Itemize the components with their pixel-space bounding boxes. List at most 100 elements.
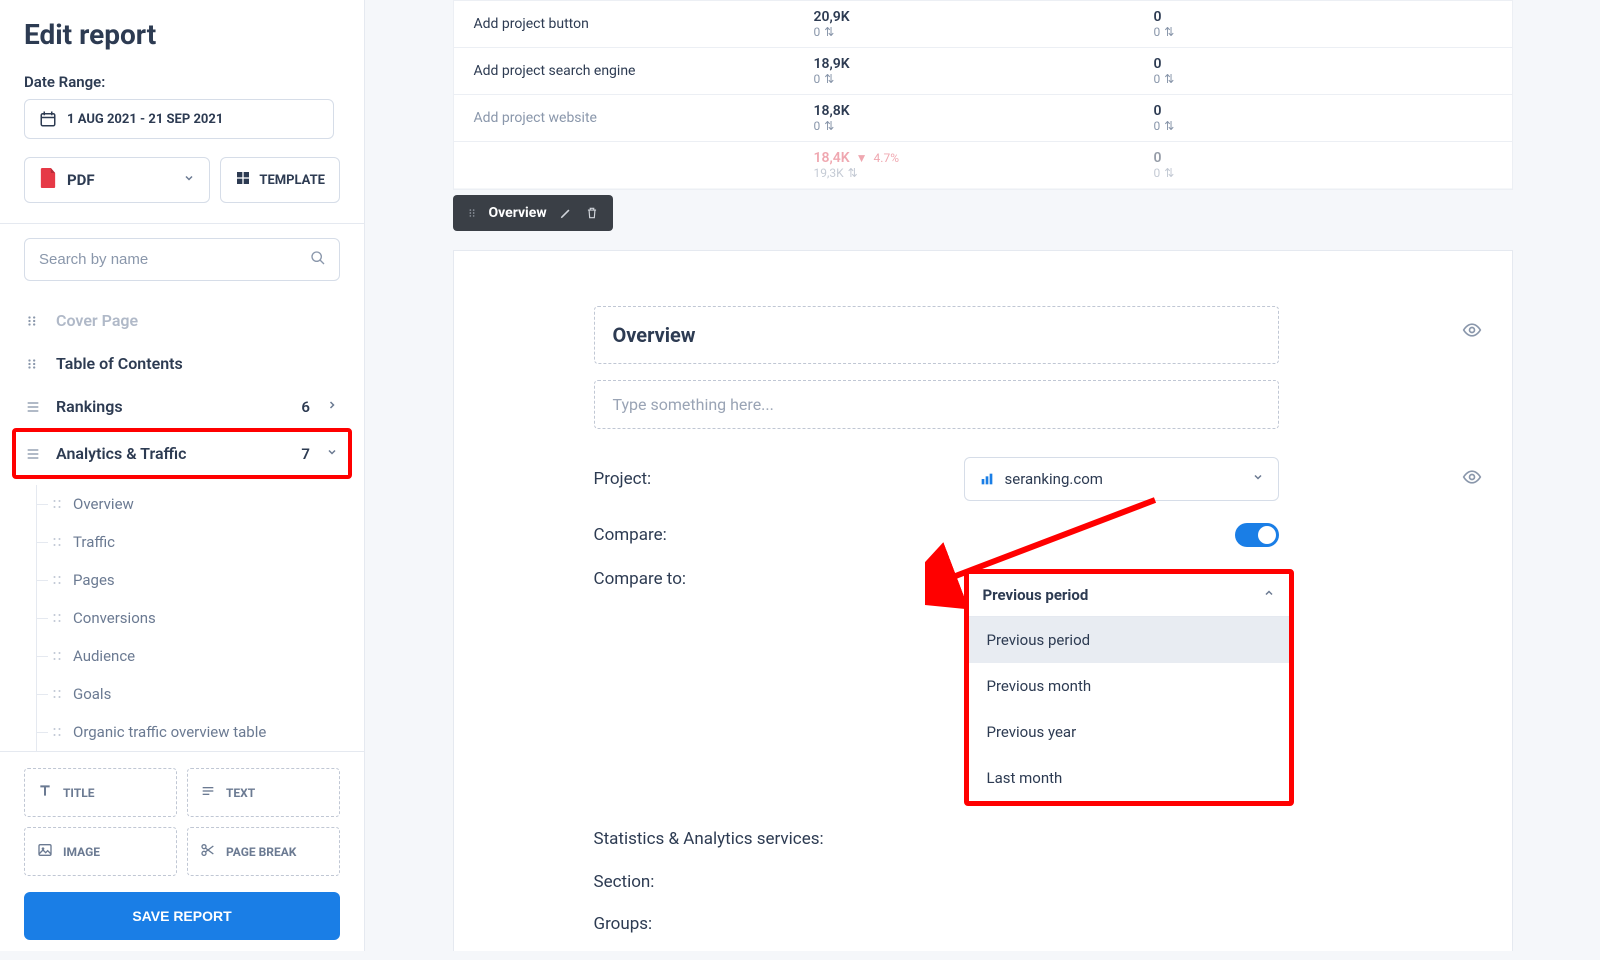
sub-goals[interactable]: Goals xyxy=(43,675,340,713)
date-range-text: 1 AUG 2021 - 21 SEP 2021 xyxy=(67,112,223,127)
date-range-picker[interactable]: 1 AUG 2021 - 21 SEP 2021 xyxy=(24,99,334,139)
table-row: Add project website 18,8K0⇅ 00⇅ xyxy=(454,95,1512,142)
row-label: Add project website xyxy=(454,96,794,140)
title-icon xyxy=(37,783,53,802)
cell-value: 18,9K xyxy=(814,56,1114,72)
dropdown-option[interactable]: Last month xyxy=(969,755,1289,801)
insert-image-button[interactable]: IMAGE xyxy=(24,827,177,876)
section-toolbar[interactable]: Overview xyxy=(453,195,613,231)
sub-pages[interactable]: Pages xyxy=(43,561,340,599)
drag-icon[interactable] xyxy=(467,206,477,220)
description-input[interactable]: Type something here... xyxy=(594,380,1279,429)
nav-label: Analytics & Traffic xyxy=(56,444,287,463)
save-report-button[interactable]: SAVE REPORT xyxy=(24,892,340,940)
title-input[interactable]: Overview xyxy=(594,306,1279,364)
chevron-down-icon xyxy=(324,446,340,462)
cell-value: 0 xyxy=(1154,150,1454,166)
sub-audience[interactable]: Audience xyxy=(43,637,340,675)
nav-rankings[interactable]: Rankings 6 xyxy=(24,385,340,428)
cell-sub: 19,3K xyxy=(814,166,844,180)
cell-delta: 0 xyxy=(1154,119,1161,133)
compare-toggle[interactable] xyxy=(1235,523,1279,547)
list-icon xyxy=(24,445,42,463)
compare-to-select[interactable]: Previous period xyxy=(969,574,1289,617)
insert-text-button[interactable]: TEXT xyxy=(187,768,340,817)
delete-icon[interactable] xyxy=(585,206,599,220)
project-select[interactable]: seranking.com xyxy=(964,457,1279,501)
chevron-right-icon xyxy=(324,399,340,415)
sort-icon: ⇅ xyxy=(1164,25,1174,39)
sort-icon: ⇅ xyxy=(824,25,834,39)
compare-to-label: Compare to: xyxy=(594,569,964,589)
nav-label: Table of Contents xyxy=(56,354,340,373)
dropdown-option[interactable]: Previous year xyxy=(969,709,1289,755)
dropdown-option[interactable]: Previous period xyxy=(969,617,1289,663)
sidebar: Edit report Date Range: 1 AUG 2021 - 21 … xyxy=(0,0,365,951)
table-row: Add project button 20,9K0⇅ 00⇅ xyxy=(454,1,1512,48)
cell-value: 18,4K xyxy=(814,150,850,166)
cell-delta: 0 xyxy=(1154,72,1161,86)
template-button[interactable]: TEMPLATE xyxy=(220,157,340,203)
sub-label: Goals xyxy=(73,685,111,703)
cell-value: 0 xyxy=(1154,103,1454,119)
highlight-compare-dropdown: Previous period Previous period Previous… xyxy=(964,569,1294,806)
sub-organic-traffic[interactable]: Organic traffic overview table xyxy=(43,713,340,751)
sub-label: Traffic xyxy=(73,533,115,551)
cell-value: 0 xyxy=(1154,56,1454,72)
page-title: Edit report xyxy=(24,18,340,51)
analytics-sublist: Overview Traffic Pages Conversions Audie… xyxy=(36,485,340,751)
sub-traffic[interactable]: Traffic xyxy=(43,523,340,561)
insert-label: TITLE xyxy=(63,786,94,800)
template-icon xyxy=(235,170,251,190)
preview-table: Add project button 20,9K0⇅ 00⇅ Add proje… xyxy=(453,0,1513,190)
drag-icon xyxy=(51,650,63,662)
edit-icon[interactable] xyxy=(559,206,573,220)
drag-icon xyxy=(51,574,63,586)
sub-conversions[interactable]: Conversions xyxy=(43,599,340,637)
nav-table-of-contents[interactable]: Table of Contents xyxy=(24,342,340,385)
insert-title-button[interactable]: TITLE xyxy=(24,768,177,817)
template-label: TEMPLATE xyxy=(259,173,325,188)
search-input[interactable] xyxy=(24,238,340,281)
pdf-icon xyxy=(39,168,57,192)
drag-icon xyxy=(51,498,63,510)
sub-overview[interactable]: Overview xyxy=(43,485,340,523)
chart-icon xyxy=(979,471,995,487)
overview-panel: Overview Type something here... Project:… xyxy=(453,250,1513,951)
insert-label: TEXT xyxy=(226,786,255,800)
drag-icon xyxy=(51,688,63,700)
sort-icon: ⇅ xyxy=(824,72,834,86)
nav-analytics-traffic[interactable]: Analytics & Traffic 7 xyxy=(24,440,340,467)
cell-delta: 0 xyxy=(814,25,821,39)
down-arrow-icon: ▼ xyxy=(856,151,868,165)
main-canvas: Add project button 20,9K0⇅ 00⇅ Add proje… xyxy=(365,0,1600,951)
insert-label: PAGE BREAK xyxy=(226,845,296,859)
drag-icon xyxy=(51,612,63,624)
format-select[interactable]: PDF xyxy=(24,157,210,203)
cell-delta: 0 xyxy=(1154,25,1161,39)
dropdown-option[interactable]: Previous month xyxy=(969,663,1289,709)
cell-value: 20,9K xyxy=(814,9,1114,25)
sort-icon: ⇅ xyxy=(824,119,834,133)
sub-label: Audience xyxy=(73,647,135,665)
title-text: Overview xyxy=(613,323,1260,347)
format-label: PDF xyxy=(67,171,95,189)
sub-label: Organic traffic overview table xyxy=(73,723,266,741)
nav-cover-page[interactable]: Cover Page xyxy=(24,299,340,342)
chevron-up-icon xyxy=(1263,587,1275,603)
calendar-icon xyxy=(39,110,57,128)
cell-value: 18,8K xyxy=(814,103,1114,119)
insert-page-break-button[interactable]: PAGE BREAK xyxy=(187,827,340,876)
compare-to-dropdown: Previous period Previous month Previous … xyxy=(969,617,1289,801)
chevron-down-icon xyxy=(183,172,195,188)
row-label: Add project search engine xyxy=(454,49,794,93)
section-title: Overview xyxy=(489,205,547,221)
eye-icon[interactable] xyxy=(1462,467,1482,491)
text-icon xyxy=(200,783,216,802)
cell-pct: 4.7% xyxy=(874,151,899,165)
cell-value: 0 xyxy=(1154,9,1454,25)
insert-label: IMAGE xyxy=(63,845,100,859)
sub-label: Overview xyxy=(73,495,134,513)
eye-icon[interactable] xyxy=(1462,320,1482,344)
drag-icon xyxy=(24,355,42,373)
